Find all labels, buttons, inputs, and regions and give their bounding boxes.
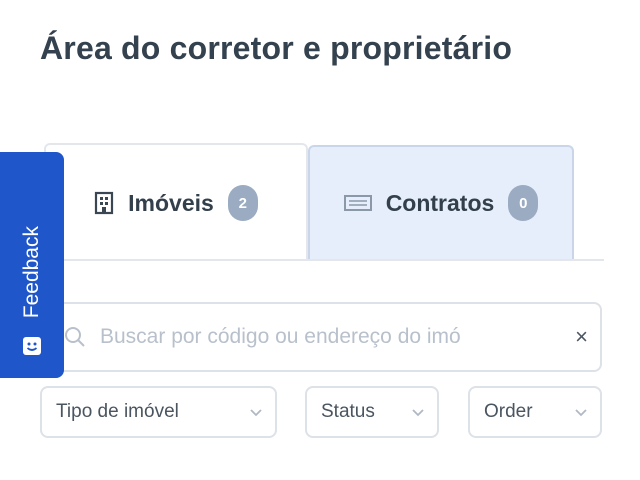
chevron-down-icon bbox=[411, 407, 425, 417]
tabs-divider bbox=[44, 259, 604, 261]
tab-imoveis[interactable]: Imóveis 2 bbox=[44, 143, 308, 261]
order-label: Order bbox=[484, 401, 533, 422]
search-box: × bbox=[44, 302, 602, 372]
tab-imoveis-count-badge: 2 bbox=[227, 185, 258, 221]
chevron-down-icon bbox=[249, 407, 263, 417]
chevron-down-icon bbox=[574, 407, 588, 417]
tab-contratos[interactable]: Contratos 0 bbox=[308, 145, 574, 259]
feedback-label: Feedback bbox=[20, 225, 43, 318]
search-input[interactable] bbox=[100, 325, 566, 349]
tab-imoveis-label: Imóveis bbox=[128, 189, 214, 216]
tab-bar: Imóveis 2 Contratos 0 bbox=[44, 143, 604, 261]
status-label: Status bbox=[321, 401, 375, 422]
property-type-select[interactable]: Tipo de imóvel bbox=[40, 386, 277, 438]
tab-contratos-label: Contratos bbox=[385, 189, 495, 216]
document-icon bbox=[343, 194, 372, 212]
smile-icon bbox=[22, 336, 42, 356]
order-select[interactable]: Order bbox=[468, 386, 602, 438]
clear-icon[interactable]: × bbox=[575, 324, 588, 350]
page-title: Área do corretor e proprietário bbox=[40, 30, 513, 66]
tab-contratos-count-badge: 0 bbox=[508, 185, 539, 221]
status-select[interactable]: Status bbox=[305, 386, 439, 438]
property-type-label: Tipo de imóvel bbox=[56, 401, 179, 422]
feedback-button[interactable]: Feedback bbox=[0, 152, 64, 378]
search-icon bbox=[64, 326, 86, 348]
building-icon bbox=[94, 191, 114, 215]
